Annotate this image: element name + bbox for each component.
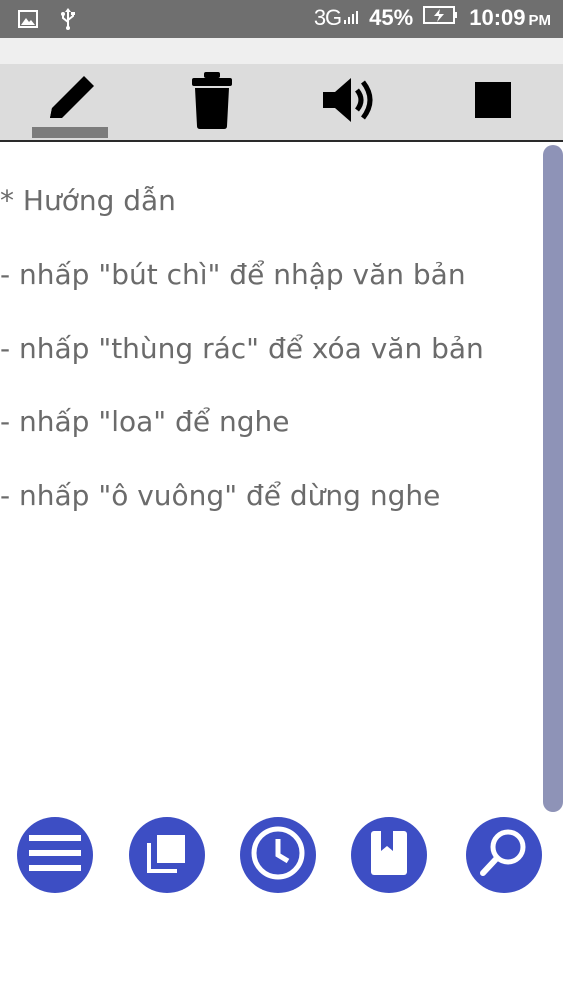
time-text: 10:09 xyxy=(469,5,526,30)
menu-button[interactable] xyxy=(17,817,93,893)
instruction-line: - nhấp "bút chì" để nhập văn bản xyxy=(0,258,466,291)
battery-charging-icon xyxy=(423,5,459,31)
menu-icon xyxy=(29,833,81,877)
bookmark-button[interactable] xyxy=(351,817,427,893)
ampm-text: PM xyxy=(528,12,552,29)
search-button[interactable] xyxy=(466,817,542,893)
bookmark-icon xyxy=(369,829,409,881)
active-tool-indicator xyxy=(32,127,108,138)
speaker-button[interactable] xyxy=(296,64,406,140)
usb-icon xyxy=(60,8,76,35)
trash-icon xyxy=(190,70,234,134)
clock-icon xyxy=(250,825,306,885)
copy-icon xyxy=(145,831,189,879)
search-icon xyxy=(478,827,530,883)
network-type: 3G xyxy=(313,5,342,30)
bottom-nav xyxy=(0,812,563,902)
top-strip xyxy=(0,38,563,64)
instruction-line: - nhấp "thùng rác" để xóa văn bản xyxy=(0,332,484,365)
history-button[interactable] xyxy=(240,817,316,893)
battery-percent: 45% xyxy=(369,5,414,30)
image-icon xyxy=(18,10,38,33)
copy-button[interactable] xyxy=(129,817,205,893)
pencil-icon xyxy=(40,72,100,132)
clock: 10:09 PM xyxy=(469,5,551,31)
instructions-title: * Hướng dẫn xyxy=(0,184,176,217)
instructions-panel: * Hướng dẫn - nhấp "bút chì" để nhập văn… xyxy=(0,142,540,802)
speaker-icon xyxy=(321,76,381,128)
instruction-line: - nhấp "ô vuông" để dừng nghe xyxy=(0,479,441,512)
status-bar: 3G 45% 10:09 PM xyxy=(0,0,563,38)
scrollbar[interactable] xyxy=(543,145,563,812)
instruction-line: - nhấp "loa" để nghe xyxy=(0,405,290,438)
trash-button[interactable] xyxy=(157,64,267,140)
stop-button[interactable] xyxy=(438,64,548,140)
signal-icon xyxy=(343,5,359,31)
toolbar xyxy=(0,64,563,142)
stop-icon xyxy=(473,80,513,124)
